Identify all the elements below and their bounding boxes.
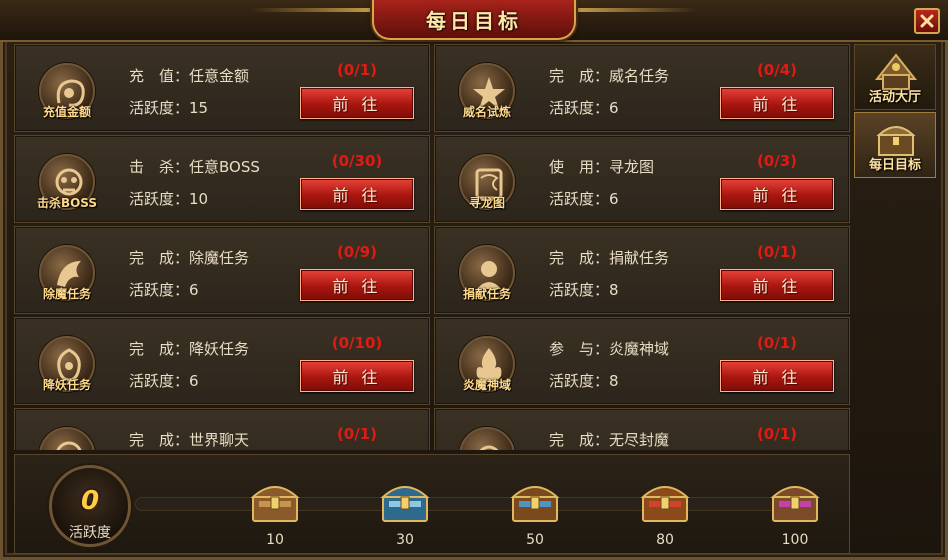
- task-activity-points: 活跃度：8: [549, 281, 619, 299]
- task-progress: (0/1): [756, 243, 798, 261]
- tab-activity-hall-label: 活动大厅: [868, 90, 921, 105]
- tab-daily-goal-label: 每日目标: [868, 158, 921, 173]
- task-icon-label: 炎魔神域: [462, 378, 511, 392]
- title-bar: 每日目标: [0, 0, 948, 42]
- close-icon: [920, 14, 934, 28]
- task-description: 参 与：炎魔神域: [549, 340, 670, 358]
- go-button[interactable]: 前 往: [720, 178, 834, 210]
- activity-score-orb: 0 活跃度: [49, 465, 131, 547]
- task-progress: (0/3): [756, 152, 798, 170]
- go-button[interactable]: 前 往: [720, 87, 834, 119]
- close-button[interactable]: [914, 8, 940, 34]
- go-button[interactable]: 前 往: [300, 360, 414, 392]
- title-ornament-right: [576, 8, 696, 12]
- reward-chest-icon[interactable]: [247, 475, 303, 527]
- task-card: 完 成：世界聊天(0/1)前 往: [14, 408, 430, 450]
- task-card: 威名试炼 完 成：威名任务 活跃度：6 (0/4) 前 往: [434, 44, 850, 132]
- task-progress: (0/10): [331, 334, 383, 352]
- task-progress: (0/1): [756, 425, 798, 443]
- reward-chest-icon[interactable]: [507, 475, 563, 527]
- task-activity-points: 活跃度：6: [129, 281, 199, 299]
- task-activity-points: 活跃度：6: [549, 190, 619, 208]
- go-button[interactable]: 前 往: [300, 178, 414, 210]
- tab-daily-goal[interactable]: 每日目标: [854, 112, 936, 178]
- reward-chest-icon[interactable]: [767, 475, 823, 527]
- task-description: 完 成：捐献任务: [549, 249, 670, 267]
- endless-seal-icon: [459, 427, 515, 450]
- reward-chest-icon[interactable]: [377, 475, 433, 527]
- task-card: 完 成：无尽封魔(0/1)前 往: [434, 408, 850, 450]
- activity-score-value: 0: [80, 486, 100, 516]
- task-activity-points: 活跃度：8: [549, 372, 619, 390]
- title-ornament-left: [252, 8, 372, 12]
- reward-threshold: 80: [656, 532, 674, 548]
- tab-activity-hall[interactable]: 活动大厅: [854, 44, 936, 110]
- reward-threshold: 10: [266, 532, 284, 548]
- task-progress: (0/1): [336, 61, 378, 79]
- task-activity-points: 活跃度：6: [549, 99, 619, 117]
- task-description: 完 成：除魔任务: [129, 249, 250, 267]
- task-description: 击 杀：任意BOSS: [129, 158, 260, 176]
- task-progress: (0/4): [756, 61, 798, 79]
- task-description: 充 值：任意金额: [129, 67, 250, 85]
- title-plate: 每日目标: [372, 0, 576, 40]
- reward-threshold: 50: [526, 532, 544, 548]
- task-icon-label: 击杀BOSS: [36, 196, 98, 210]
- task-description: 使 用：寻龙图: [549, 158, 655, 176]
- window-title: 每日目标: [426, 8, 522, 33]
- task-icon-label: 寻龙图: [468, 196, 505, 210]
- go-button[interactable]: 前 往: [720, 360, 834, 392]
- task-icon-label: 除魔任务: [42, 287, 91, 301]
- task-progress: (0/1): [336, 425, 378, 443]
- activity-progress-track: [135, 497, 815, 511]
- task-icon-label: 充值金额: [42, 105, 91, 119]
- reward-threshold: 30: [396, 532, 414, 548]
- reward-threshold: 100: [781, 532, 809, 548]
- task-card: 捐献任务 完 成：捐献任务 活跃度：8 (0/1) 前 往: [434, 226, 850, 314]
- task-card: 除魔任务 完 成：除魔任务 活跃度：6 (0/9) 前 往: [14, 226, 430, 314]
- task-card: 充值金额 充 值：任意金额 活跃度：15 (0/1) 前 往: [14, 44, 430, 132]
- task-icon-label: 捐献任务: [462, 287, 511, 301]
- activity-score-label: 活跃度: [69, 525, 111, 541]
- reward-chest-icon[interactable]: [637, 475, 693, 527]
- task-activity-points: 活跃度：15: [129, 99, 209, 117]
- task-icon-label: 降妖任务: [42, 378, 91, 392]
- task-icon-label: 威名试炼: [462, 105, 511, 119]
- world-chat-icon: [39, 427, 95, 450]
- task-description: 完 成：世界聊天: [129, 431, 250, 449]
- go-button[interactable]: 前 往: [300, 87, 414, 119]
- go-button[interactable]: 前 往: [720, 269, 834, 301]
- task-progress: (0/9): [336, 243, 378, 261]
- task-description: 完 成：降妖任务: [129, 340, 250, 358]
- go-button[interactable]: 前 往: [300, 269, 414, 301]
- task-card: 击杀BOSS 击 杀：任意BOSS 活跃度：10 (0/30) 前 往: [14, 135, 430, 223]
- task-description: 完 成：威名任务: [549, 67, 670, 85]
- task-progress: (0/30): [331, 152, 383, 170]
- activity-reward-bar: 0 活跃度 10 30 50 80 100: [14, 454, 850, 554]
- task-progress: (0/1): [756, 334, 798, 352]
- task-activity-points: 活跃度：10: [129, 190, 209, 208]
- task-description: 完 成：无尽封魔: [549, 431, 670, 449]
- task-card: 降妖任务 完 成：降妖任务 活跃度：6 (0/10) 前 往: [14, 317, 430, 405]
- task-card: 寻龙图 使 用：寻龙图 活跃度：6 (0/3) 前 往: [434, 135, 850, 223]
- task-activity-points: 活跃度：6: [129, 372, 199, 390]
- task-card: 炎魔神域 参 与：炎魔神域 活跃度：8 (0/1) 前 往: [434, 317, 850, 405]
- task-list[interactable]: 充值金额充 值：任意金额 活跃度：15 (0/1) 前 往威名试炼完 成：威名任务 活跃…: [14, 44, 850, 450]
